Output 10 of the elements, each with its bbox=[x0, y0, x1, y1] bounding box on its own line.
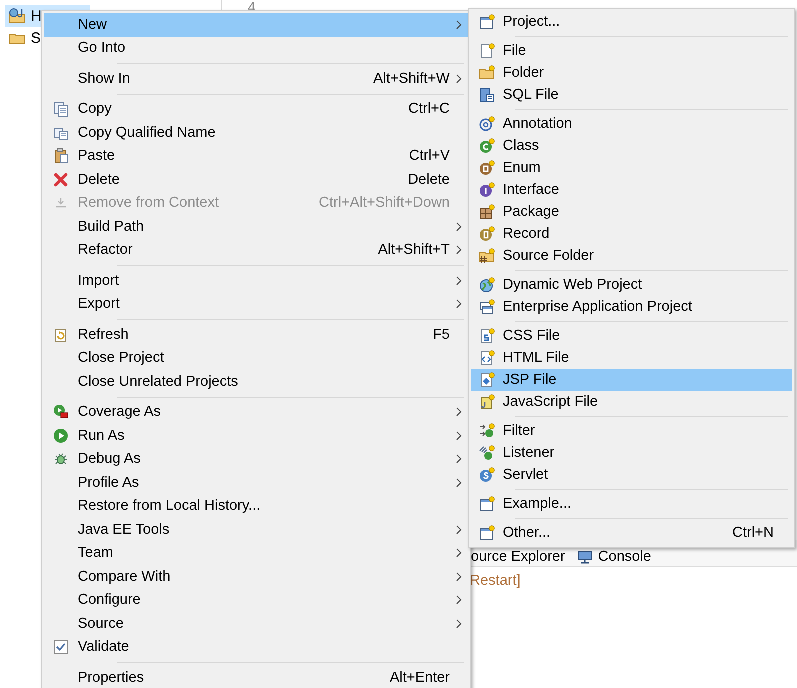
shortcut-text: F5 bbox=[432, 326, 450, 343]
shortcut-text: Ctrl+N bbox=[732, 525, 774, 541]
shortcut-text: Ctrl+V bbox=[408, 148, 450, 164]
shortcut-text: Ctrl+C bbox=[408, 101, 450, 118]
shortcut-text: Alt+Shift+W bbox=[372, 70, 450, 87]
shortcut-text: Alt+Shift+T bbox=[377, 242, 450, 258]
console-text: Restart] bbox=[469, 572, 522, 589]
shortcut-text: Alt+Enter bbox=[388, 670, 450, 686]
shortcut-text: Ctrl+Alt+Shift+Down bbox=[318, 195, 450, 212]
shortcut-text: Delete bbox=[407, 172, 450, 188]
